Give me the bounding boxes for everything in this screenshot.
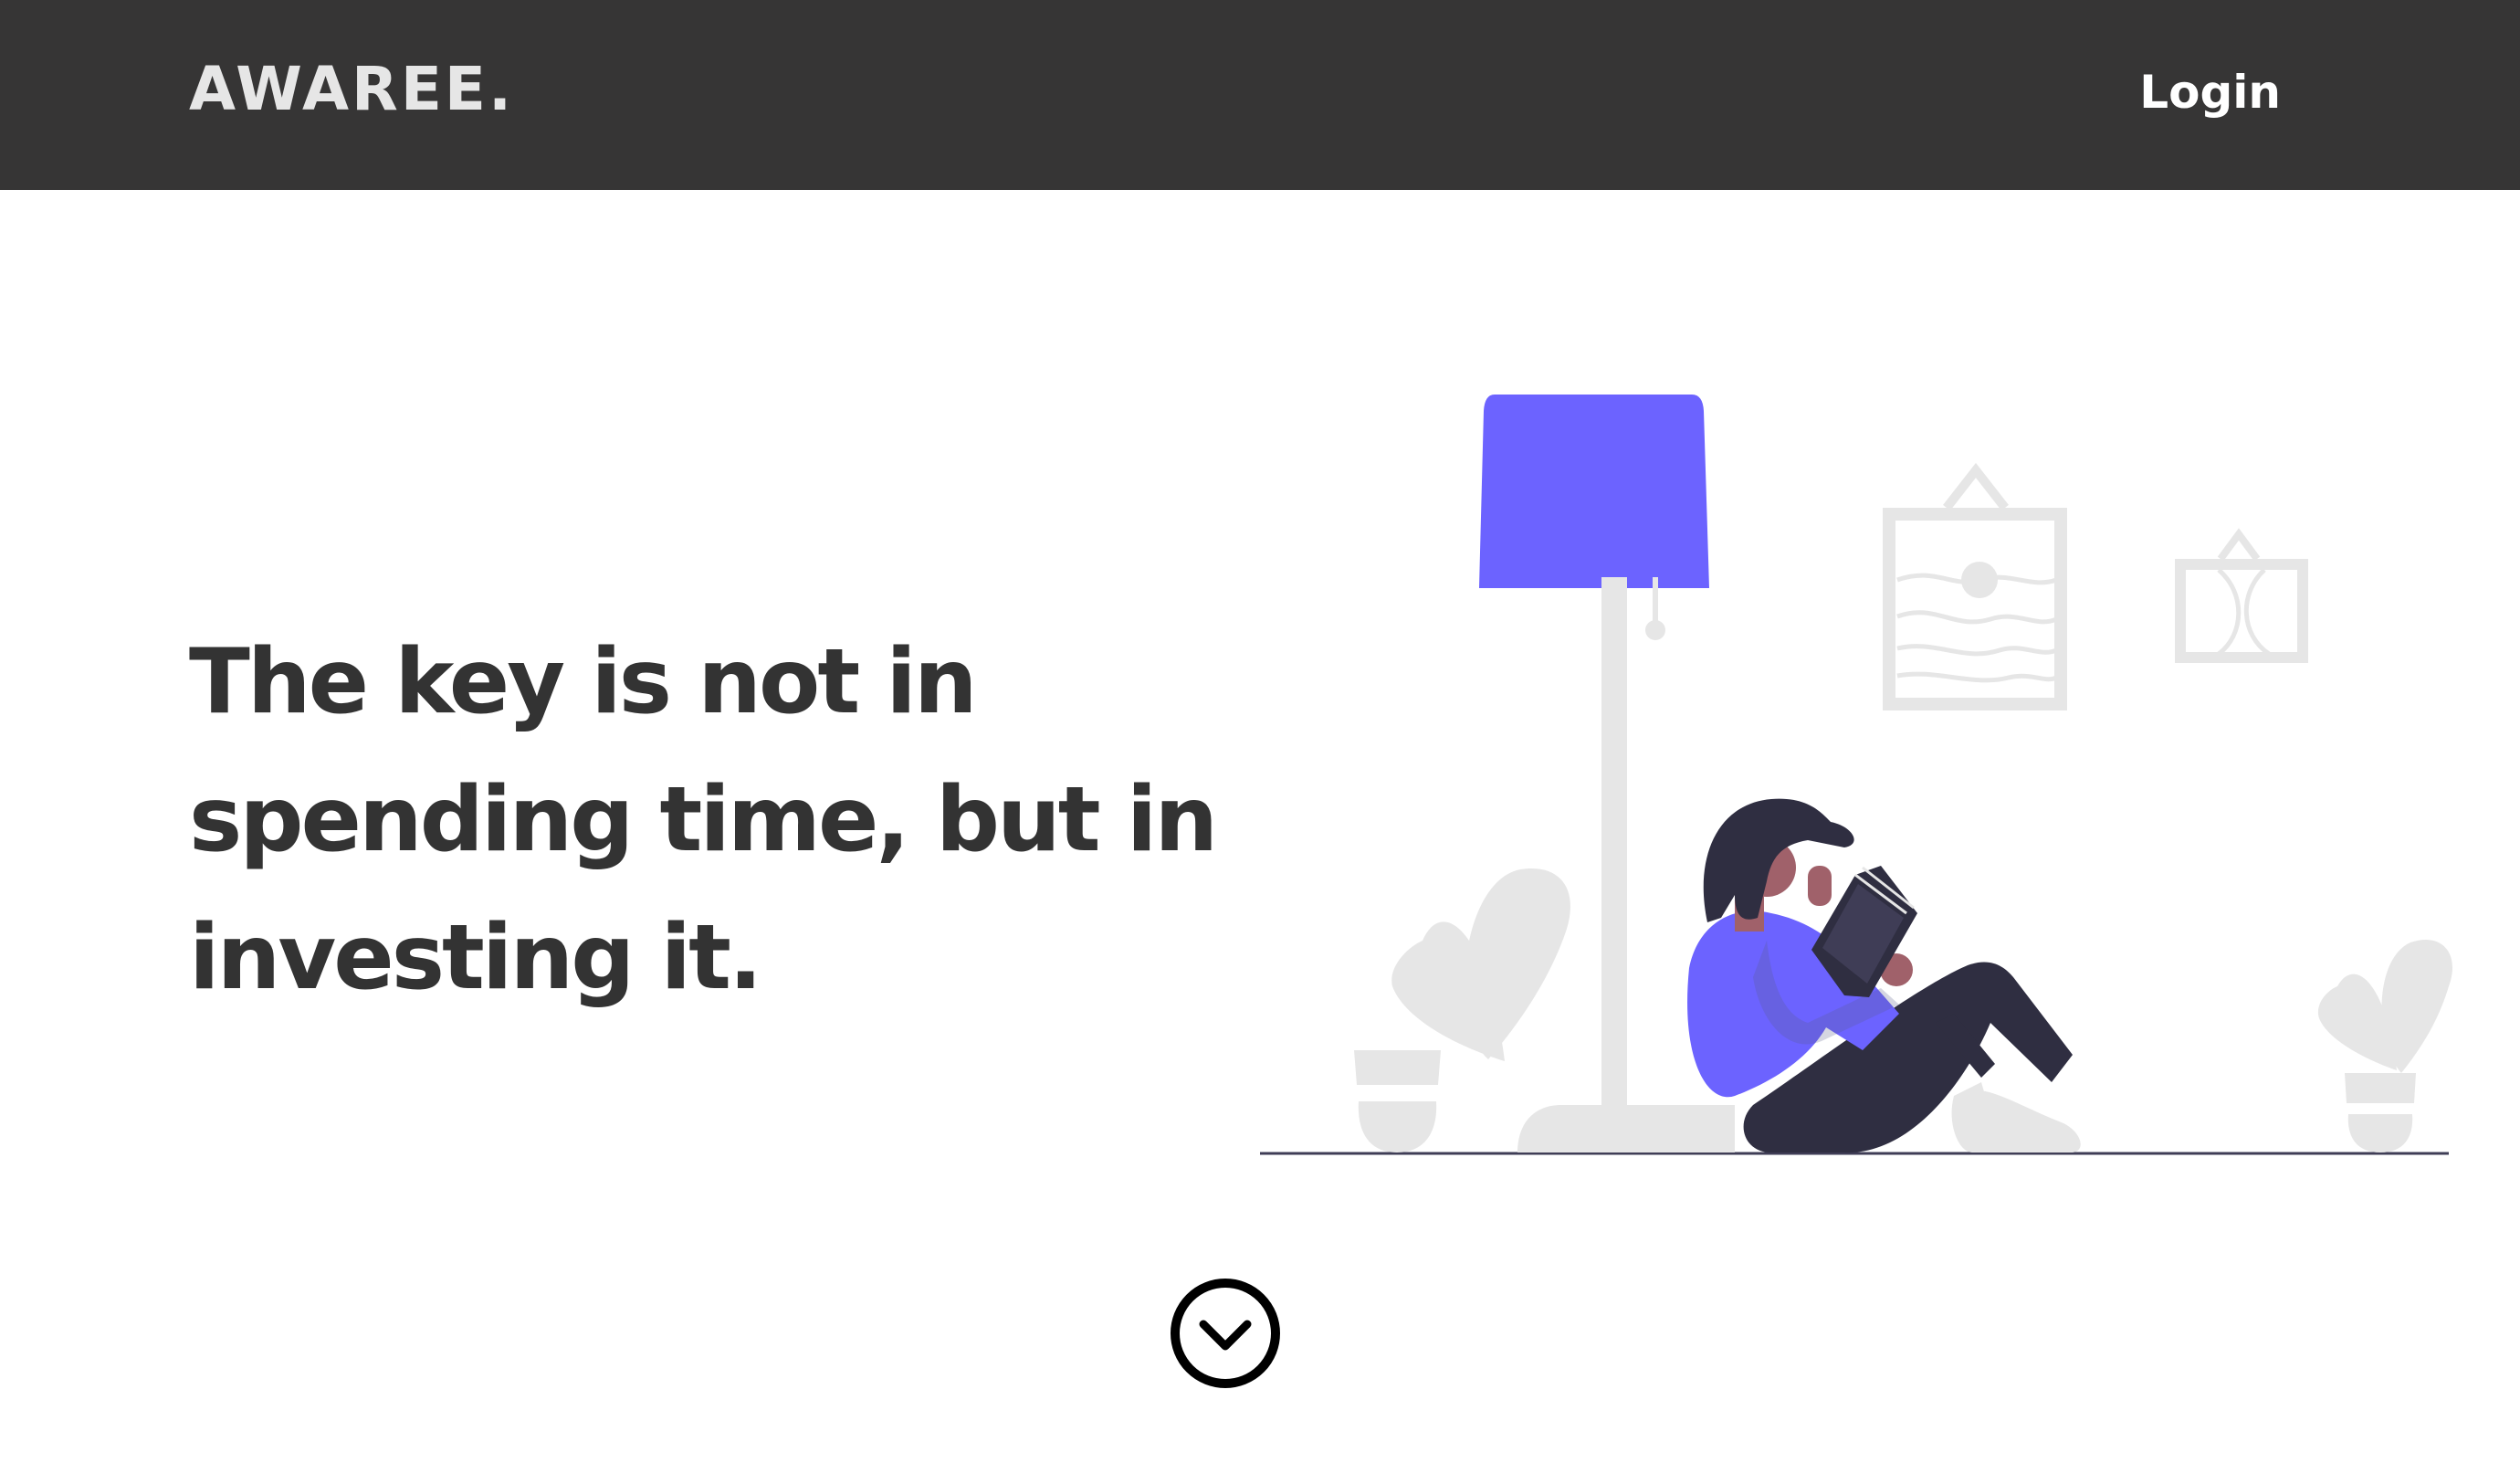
login-link[interactable]: Login bbox=[2139, 60, 2281, 124]
hero-headline: The key is not in spending time, but in … bbox=[189, 614, 1321, 1027]
reading-illustration bbox=[1260, 395, 2452, 1155]
left-plant-icon bbox=[1354, 868, 1570, 1153]
right-plant-icon bbox=[2317, 939, 2452, 1153]
headline-line: spending time, but in bbox=[189, 768, 1218, 872]
chevron-down-icon bbox=[1199, 1320, 1252, 1351]
scroll-down-button[interactable] bbox=[1169, 1277, 1282, 1390]
headline-line: The key is not in bbox=[189, 630, 978, 734]
picture-frame-icon bbox=[1883, 462, 2067, 710]
small-frame-icon bbox=[2175, 528, 2308, 663]
headline-line: investing it. bbox=[189, 906, 762, 1010]
navbar: AWAREE. Login bbox=[0, 0, 2520, 190]
reading-woman-icon bbox=[1687, 798, 2081, 1153]
brand-logo[interactable]: AWAREE. bbox=[189, 53, 514, 126]
